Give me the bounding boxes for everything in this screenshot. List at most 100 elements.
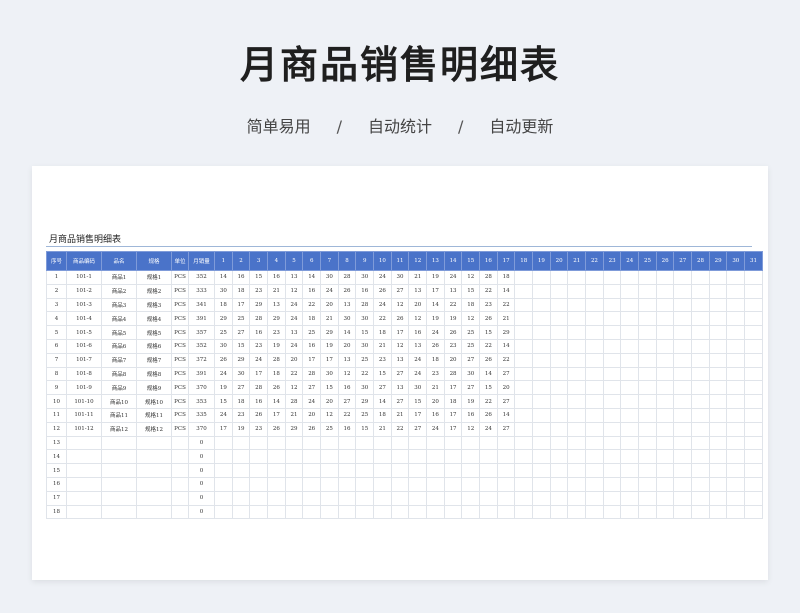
table-cell[interactable]: 25: [214, 325, 233, 340]
table-cell[interactable]: 14: [426, 297, 445, 313]
table-cell[interactable]: [231, 490, 251, 506]
column-header[interactable]: 规格: [136, 251, 172, 271]
table-cell[interactable]: 27: [302, 380, 322, 396]
table-cell[interactable]: [101, 490, 137, 506]
table-cell[interactable]: [708, 311, 728, 327]
table-cell[interactable]: 20: [496, 380, 516, 396]
table-cell[interactable]: 21: [496, 311, 516, 327]
table-cell[interactable]: 18: [373, 325, 392, 340]
table-cell[interactable]: 28: [302, 366, 322, 382]
table-cell[interactable]: 335: [188, 407, 215, 423]
table-cell[interactable]: 21: [373, 338, 392, 354]
table-cell[interactable]: [567, 352, 587, 368]
table-cell[interactable]: 29: [320, 325, 339, 340]
table-cell[interactable]: [691, 504, 710, 520]
table-cell[interactable]: [655, 463, 675, 478]
table-cell[interactable]: PCS: [171, 311, 189, 327]
table-cell[interactable]: 101-5: [66, 325, 102, 340]
table-cell[interactable]: [461, 449, 481, 465]
table-cell[interactable]: [320, 463, 339, 478]
table-cell[interactable]: 6: [46, 338, 67, 354]
table-cell[interactable]: 17: [443, 380, 463, 396]
table-cell[interactable]: [585, 449, 604, 465]
table-cell[interactable]: [337, 490, 357, 506]
table-cell[interactable]: 20: [337, 338, 357, 354]
table-cell[interactable]: PCS: [171, 352, 189, 368]
table-cell[interactable]: [602, 490, 622, 506]
table-cell[interactable]: [284, 490, 304, 506]
table-cell[interactable]: [620, 325, 640, 340]
table-cell[interactable]: 28: [355, 297, 375, 313]
table-cell[interactable]: PCS: [171, 325, 189, 340]
table-cell[interactable]: [585, 297, 604, 313]
table-cell[interactable]: 24: [284, 338, 304, 354]
table-cell[interactable]: [620, 476, 640, 492]
table-cell[interactable]: [567, 407, 587, 423]
table-cell[interactable]: [691, 476, 710, 492]
table-cell[interactable]: [638, 504, 657, 520]
table-cell[interactable]: 26: [426, 338, 445, 354]
table-cell[interactable]: 规格6: [136, 338, 172, 354]
table-cell[interactable]: [320, 449, 339, 465]
table-cell[interactable]: [726, 449, 746, 465]
table-cell[interactable]: [620, 270, 640, 285]
table-cell[interactable]: [602, 352, 622, 368]
column-header[interactable]: 10: [373, 251, 392, 271]
table-cell[interactable]: 22: [496, 297, 516, 313]
table-cell[interactable]: [673, 449, 693, 465]
table-cell[interactable]: [231, 476, 251, 492]
table-cell[interactable]: [567, 380, 587, 396]
table-cell[interactable]: 22: [479, 394, 498, 409]
table-cell[interactable]: [585, 270, 604, 285]
table-cell[interactable]: [655, 311, 675, 327]
table-cell[interactable]: 0: [188, 435, 215, 451]
table-cell[interactable]: 17: [408, 407, 428, 423]
table-cell[interactable]: 15: [46, 463, 67, 478]
table-cell[interactable]: [638, 463, 657, 478]
table-cell[interactable]: 23: [231, 407, 251, 423]
table-cell[interactable]: [726, 421, 746, 437]
table-cell[interactable]: [249, 463, 269, 478]
table-cell[interactable]: 5: [46, 325, 67, 340]
table-cell[interactable]: 27: [496, 394, 516, 409]
table-cell[interactable]: 12: [408, 311, 428, 327]
table-cell[interactable]: 372: [188, 352, 215, 368]
table-cell[interactable]: [567, 421, 587, 437]
table-cell[interactable]: [355, 449, 375, 465]
table-cell[interactable]: [744, 463, 763, 478]
table-cell[interactable]: 15: [249, 270, 269, 285]
table-cell[interactable]: 12: [390, 297, 410, 313]
table-cell[interactable]: [708, 476, 728, 492]
table-cell[interactable]: 12: [461, 311, 481, 327]
table-cell[interactable]: 21: [390, 407, 410, 423]
table-cell[interactable]: [337, 435, 357, 451]
table-cell[interactable]: 20: [443, 352, 463, 368]
table-cell[interactable]: [726, 366, 746, 382]
table-cell[interactable]: [691, 366, 710, 382]
table-cell[interactable]: [602, 449, 622, 465]
table-cell[interactable]: [136, 463, 172, 478]
table-cell[interactable]: 22: [337, 407, 357, 423]
table-cell[interactable]: [708, 338, 728, 354]
table-cell[interactable]: 101-2: [66, 283, 102, 299]
table-cell[interactable]: 15: [355, 421, 375, 437]
table-cell[interactable]: 14: [479, 366, 498, 382]
table-cell[interactable]: [655, 476, 675, 492]
table-cell[interactable]: 30: [355, 338, 375, 354]
column-header[interactable]: 22: [585, 251, 604, 271]
table-cell[interactable]: 17: [267, 407, 286, 423]
table-cell[interactable]: 13: [46, 435, 67, 451]
table-cell[interactable]: 24: [373, 297, 392, 313]
table-cell[interactable]: [744, 380, 763, 396]
table-cell[interactable]: [479, 476, 498, 492]
table-cell[interactable]: 18: [461, 297, 481, 313]
table-cell[interactable]: 30: [320, 366, 339, 382]
table-cell[interactable]: 22: [390, 421, 410, 437]
table-cell[interactable]: 商品2: [101, 283, 137, 299]
table-cell[interactable]: [355, 504, 375, 520]
table-cell[interactable]: [585, 352, 604, 368]
table-cell[interactable]: [549, 338, 569, 354]
table-cell[interactable]: 27: [337, 394, 357, 409]
column-header[interactable]: 商品编码: [66, 251, 102, 271]
table-cell[interactable]: [602, 270, 622, 285]
